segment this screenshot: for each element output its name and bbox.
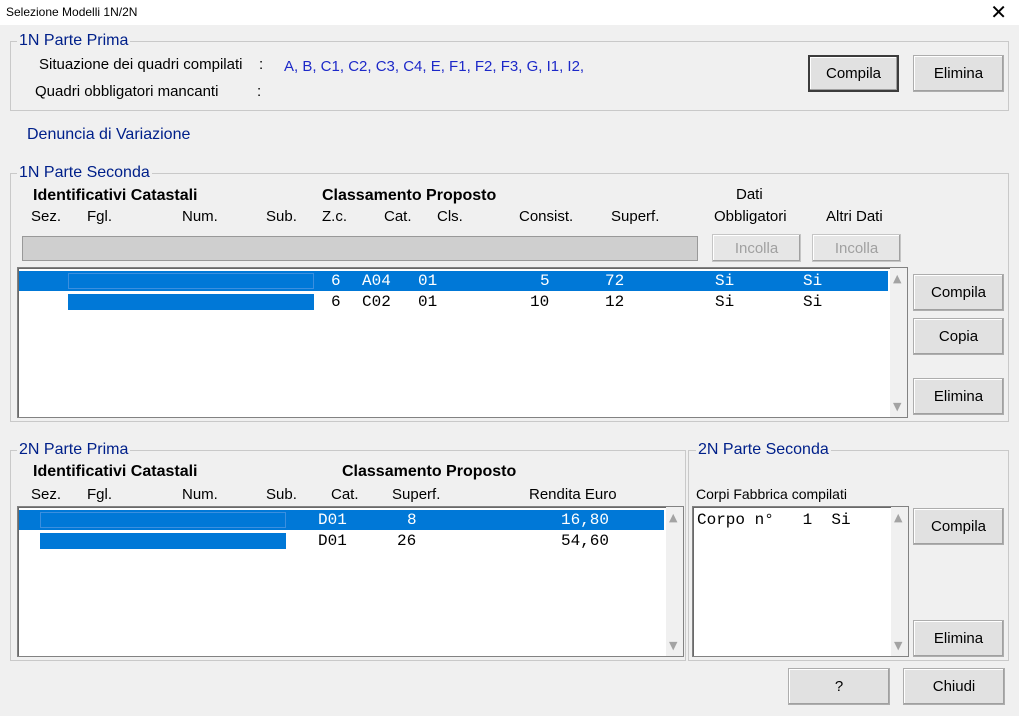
cell-obbligatori: Si bbox=[715, 272, 735, 290]
identificativi-input-bar[interactable] bbox=[22, 236, 698, 261]
col-fgl: Fgl. bbox=[87, 208, 113, 225]
vertical-scrollbar[interactable]: ▲ ▼ bbox=[891, 507, 908, 656]
col-zc: Z.c. bbox=[322, 208, 347, 225]
incolla-altri-button[interactable]: Incolla bbox=[812, 234, 901, 262]
copia-1n-seconda-button[interactable]: Copia bbox=[913, 318, 1004, 355]
heading-identificativi-1n: Identificativi Catastali bbox=[33, 187, 198, 204]
cell-cat: C02 bbox=[362, 293, 391, 311]
elimina-2n-seconda-button[interactable]: Elimina bbox=[913, 620, 1004, 657]
vertical-scrollbar[interactable]: ▲ ▼ bbox=[890, 268, 907, 417]
col-consist: Consist. bbox=[519, 208, 574, 225]
heading-identificativi-2n: Identificativi Catastali bbox=[33, 463, 198, 480]
cell-zc: 6 bbox=[331, 272, 341, 290]
col-rendita-2n: Rendita Euro bbox=[529, 486, 617, 503]
col-cat-2n: Cat. bbox=[331, 486, 359, 503]
cell-cat: D01 bbox=[318, 511, 347, 529]
elimina-1n-prima-button[interactable]: Elimina bbox=[913, 55, 1004, 92]
corpo-item-text: Corpo n° 1 Si bbox=[697, 511, 851, 529]
heading-dati: Dati bbox=[736, 186, 763, 203]
scroll-down-icon[interactable]: ▼ bbox=[669, 639, 677, 652]
col-fgl-2n: Fgl. bbox=[87, 486, 113, 503]
mancanti-colon: : bbox=[257, 83, 262, 100]
window-title: Selezione Modelli 1N/2N bbox=[6, 5, 138, 19]
denuncia-label: Denuncia di Variazione bbox=[27, 126, 191, 143]
group-title-1n-seconda: 1N Parte Seconda bbox=[17, 164, 152, 182]
col-obbligatori: Obbligatori bbox=[714, 208, 787, 225]
situazione-value: A, B, C1, C2, C3, C4, E, F1, F2, F3, G, … bbox=[284, 58, 585, 75]
group-title-1n-prima: 1N Parte Prima bbox=[17, 32, 131, 50]
col-num: Num. bbox=[182, 208, 218, 225]
title-bar: Selezione Modelli 1N/2N ✕ bbox=[0, 0, 1019, 25]
heading-classamento-2n: Classamento Proposto bbox=[342, 463, 517, 480]
close-icon[interactable]: ✕ bbox=[990, 1, 1007, 23]
elimina-1n-seconda-button[interactable]: Elimina bbox=[913, 378, 1004, 415]
compila-1n-seconda-button[interactable]: Compila bbox=[913, 274, 1004, 311]
compila-2n-seconda-button[interactable]: Compila bbox=[913, 508, 1004, 545]
cell-superf: 12 bbox=[605, 293, 625, 311]
table-row[interactable]: D01 8 16,80 bbox=[19, 510, 664, 530]
scroll-up-icon[interactable]: ▲ bbox=[893, 272, 901, 285]
group-title-2n-prima: 2N Parte Prima bbox=[17, 441, 131, 459]
identificativi-cell bbox=[40, 533, 286, 549]
scroll-up-icon[interactable]: ▲ bbox=[894, 511, 902, 524]
identificativi-cell bbox=[68, 294, 314, 310]
col-sub-2n: Sub. bbox=[266, 486, 297, 503]
compila-1n-prima-button[interactable]: Compila bbox=[808, 55, 899, 92]
cell-superf: 26 bbox=[397, 532, 417, 550]
cell-superf: 72 bbox=[605, 272, 625, 290]
col-superf-2n: Superf. bbox=[392, 486, 441, 503]
col-sub: Sub. bbox=[266, 208, 297, 225]
table-row[interactable]: 6 C02 01 10 12 Si Si bbox=[19, 292, 888, 312]
scroll-up-icon[interactable]: ▲ bbox=[669, 511, 677, 524]
scroll-down-icon[interactable]: ▼ bbox=[894, 639, 902, 652]
list-2n-prima[interactable]: D01 8 16,80 D01 26 54,60 ▲ ▼ bbox=[17, 506, 684, 657]
cell-rendita: 16,80 bbox=[561, 511, 610, 529]
heading-classamento-1n: Classamento Proposto bbox=[322, 187, 497, 204]
cell-altri: Si bbox=[803, 293, 823, 311]
col-num-2n: Num. bbox=[182, 486, 218, 503]
cell-superf: 8 bbox=[407, 511, 417, 529]
scroll-down-icon[interactable]: ▼ bbox=[893, 400, 901, 413]
cell-rendita: 54,60 bbox=[561, 532, 610, 550]
col-cat: Cat. bbox=[384, 208, 412, 225]
vertical-scrollbar[interactable]: ▲ ▼ bbox=[666, 507, 683, 656]
identificativi-cell bbox=[68, 273, 314, 289]
col-cls: Cls. bbox=[437, 208, 463, 225]
col-superf: Superf. bbox=[611, 208, 660, 225]
situazione-colon: : bbox=[259, 56, 264, 73]
cell-cat: A04 bbox=[362, 272, 391, 290]
identificativi-cell bbox=[40, 512, 286, 528]
table-row[interactable]: D01 26 54,60 bbox=[19, 531, 664, 551]
chiudi-button[interactable]: Chiudi bbox=[903, 668, 1005, 705]
cell-cat: D01 bbox=[318, 532, 347, 550]
list-corpi-fabbrica[interactable]: Corpo n° 1 Si ▲ ▼ bbox=[692, 506, 909, 657]
mancanti-label: Quadri obbligatori mancanti bbox=[35, 83, 219, 100]
corpi-label: Corpi Fabbrica compilati bbox=[696, 486, 847, 502]
cell-zc: 6 bbox=[331, 293, 341, 311]
col-sez: Sez. bbox=[31, 208, 62, 225]
cell-obbligatori: Si bbox=[715, 293, 735, 311]
cell-cls: 01 bbox=[418, 272, 438, 290]
col-sez-2n: Sez. bbox=[31, 486, 62, 503]
group-title-2n-seconda: 2N Parte Seconda bbox=[696, 441, 831, 459]
situazione-label: Situazione dei quadri compilati bbox=[39, 56, 243, 73]
table-row[interactable]: 6 A04 01 5 72 Si Si bbox=[19, 271, 888, 291]
help-button[interactable]: ? bbox=[788, 668, 890, 705]
list-1n-seconda[interactable]: 6 A04 01 5 72 Si Si 6 C02 01 10 12 Si Si… bbox=[17, 267, 908, 418]
cell-altri: Si bbox=[803, 272, 823, 290]
col-altri-dati: Altri Dati bbox=[826, 208, 883, 225]
list-item[interactable]: Corpo n° 1 Si bbox=[697, 510, 887, 530]
cell-consist: 10 bbox=[530, 293, 550, 311]
incolla-obbligatori-button[interactable]: Incolla bbox=[712, 234, 801, 262]
cell-cls: 01 bbox=[418, 293, 438, 311]
cell-consist: 5 bbox=[540, 272, 550, 290]
